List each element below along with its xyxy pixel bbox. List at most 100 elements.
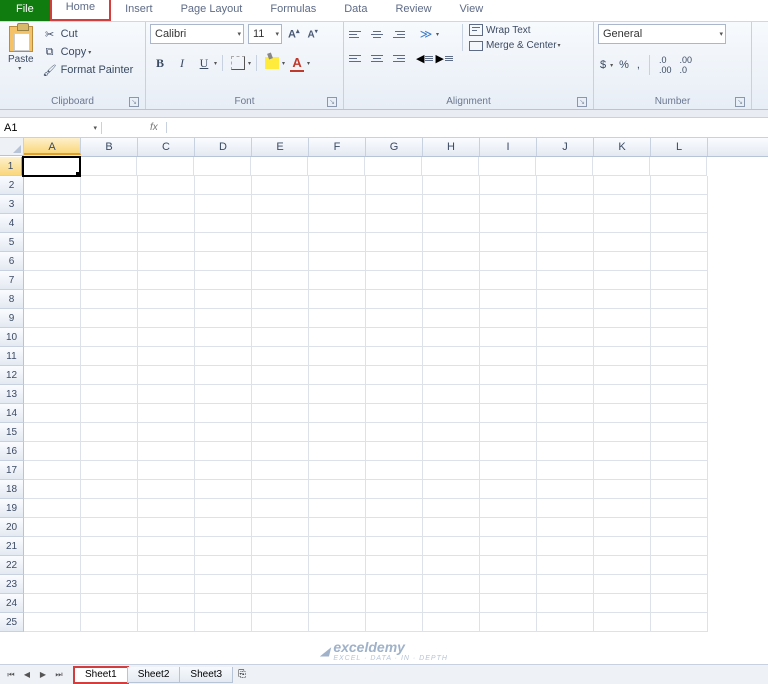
cell-B10[interactable]: [81, 328, 138, 347]
cell-K24[interactable]: [594, 594, 651, 613]
cell-K7[interactable]: [594, 271, 651, 290]
cell-B5[interactable]: [81, 233, 138, 252]
cell-A12[interactable]: [24, 366, 81, 385]
cell-E7[interactable]: [252, 271, 309, 290]
row-header-7[interactable]: 7: [0, 271, 24, 290]
increase-font-button[interactable]: A▴: [286, 25, 301, 43]
cell-H13[interactable]: [423, 385, 480, 404]
cell-D3[interactable]: [195, 195, 252, 214]
cell-J20[interactable]: [537, 518, 594, 537]
cell-J11[interactable]: [537, 347, 594, 366]
cell-G20[interactable]: [366, 518, 423, 537]
cell-C11[interactable]: [138, 347, 195, 366]
tab-view[interactable]: View: [446, 0, 498, 21]
cell-H6[interactable]: [423, 252, 480, 271]
cell-J7[interactable]: [537, 271, 594, 290]
cell-B14[interactable]: [81, 404, 138, 423]
cell-F21[interactable]: [309, 537, 366, 556]
cell-J22[interactable]: [537, 556, 594, 575]
cell-K4[interactable]: [594, 214, 651, 233]
cell-B2[interactable]: [81, 176, 138, 195]
cell-E3[interactable]: [252, 195, 309, 214]
cell-G17[interactable]: [366, 461, 423, 480]
sheet-nav-first[interactable]: ⏮: [4, 668, 18, 682]
cell-G19[interactable]: [366, 499, 423, 518]
cell-L19[interactable]: [651, 499, 708, 518]
row-header-8[interactable]: 8: [0, 290, 24, 309]
column-header-C[interactable]: C: [138, 138, 195, 156]
cell-A23[interactable]: [24, 575, 81, 594]
cell-K15[interactable]: [594, 423, 651, 442]
wrap-text-button[interactable]: Wrap Text: [469, 24, 561, 36]
cell-G21[interactable]: [366, 537, 423, 556]
increase-decimal-button[interactable]: .0.00: [657, 53, 674, 77]
cell-D4[interactable]: [195, 214, 252, 233]
cell-D21[interactable]: [195, 537, 252, 556]
font-name-combo[interactable]: Calibri▾: [150, 24, 244, 44]
format-painter-button[interactable]: 🖌 Format Painter: [41, 62, 136, 78]
orientation-button[interactable]: ≫: [416, 24, 436, 44]
column-header-D[interactable]: D: [195, 138, 252, 156]
cell-K19[interactable]: [594, 499, 651, 518]
row-header-23[interactable]: 23: [0, 575, 24, 594]
row-header-9[interactable]: 9: [0, 309, 24, 328]
cell-I9[interactable]: [480, 309, 537, 328]
cell-C15[interactable]: [138, 423, 195, 442]
tab-review[interactable]: Review: [381, 0, 445, 21]
cell-D19[interactable]: [195, 499, 252, 518]
row-header-21[interactable]: 21: [0, 537, 24, 556]
cell-F5[interactable]: [309, 233, 366, 252]
sheet-tab-2[interactable]: Sheet2: [127, 667, 181, 683]
cell-D11[interactable]: [195, 347, 252, 366]
cell-F22[interactable]: [309, 556, 366, 575]
cell-H23[interactable]: [423, 575, 480, 594]
cell-D17[interactable]: [195, 461, 252, 480]
font-dialog-launcher[interactable]: ↘: [327, 97, 337, 107]
cell-H7[interactable]: [423, 271, 480, 290]
cell-J12[interactable]: [537, 366, 594, 385]
cell-I25[interactable]: [480, 613, 537, 632]
cell-E9[interactable]: [252, 309, 309, 328]
cell-E16[interactable]: [252, 442, 309, 461]
cell-F11[interactable]: [309, 347, 366, 366]
cell-L2[interactable]: [651, 176, 708, 195]
cell-H22[interactable]: [423, 556, 480, 575]
cell-L9[interactable]: [651, 309, 708, 328]
cell-G23[interactable]: [366, 575, 423, 594]
cell-J5[interactable]: [537, 233, 594, 252]
cell-J4[interactable]: [537, 214, 594, 233]
cell-A25[interactable]: [24, 613, 81, 632]
cell-H11[interactable]: [423, 347, 480, 366]
cell-K22[interactable]: [594, 556, 651, 575]
cell-J21[interactable]: [537, 537, 594, 556]
cell-K16[interactable]: [594, 442, 651, 461]
cell-D16[interactable]: [195, 442, 252, 461]
cell-I12[interactable]: [480, 366, 537, 385]
align-top-button[interactable]: [348, 26, 366, 42]
cell-L15[interactable]: [651, 423, 708, 442]
row-header-17[interactable]: 17: [0, 461, 24, 480]
cell-B12[interactable]: [81, 366, 138, 385]
cell-I21[interactable]: [480, 537, 537, 556]
decrease-indent-button[interactable]: ◀: [416, 52, 433, 65]
fx-icon[interactable]: fx: [142, 122, 167, 133]
cell-A13[interactable]: [24, 385, 81, 404]
cell-D10[interactable]: [195, 328, 252, 347]
cell-L25[interactable]: [651, 613, 708, 632]
font-color-dropdown-icon[interactable]: ▾: [307, 60, 310, 67]
cell-J2[interactable]: [537, 176, 594, 195]
cell-H16[interactable]: [423, 442, 480, 461]
cell-G3[interactable]: [366, 195, 423, 214]
comma-format-button[interactable]: ,: [635, 57, 642, 73]
cell-K2[interactable]: [594, 176, 651, 195]
cell-I16[interactable]: [480, 442, 537, 461]
cell-F10[interactable]: [309, 328, 366, 347]
row-header-6[interactable]: 6: [0, 252, 24, 271]
cell-E11[interactable]: [252, 347, 309, 366]
cell-D1[interactable]: [194, 157, 251, 176]
cell-H21[interactable]: [423, 537, 480, 556]
decrease-font-button[interactable]: A▾: [305, 26, 319, 42]
borders-dropdown-icon[interactable]: ▾: [248, 60, 251, 67]
cell-G4[interactable]: [366, 214, 423, 233]
row-header-3[interactable]: 3: [0, 195, 24, 214]
